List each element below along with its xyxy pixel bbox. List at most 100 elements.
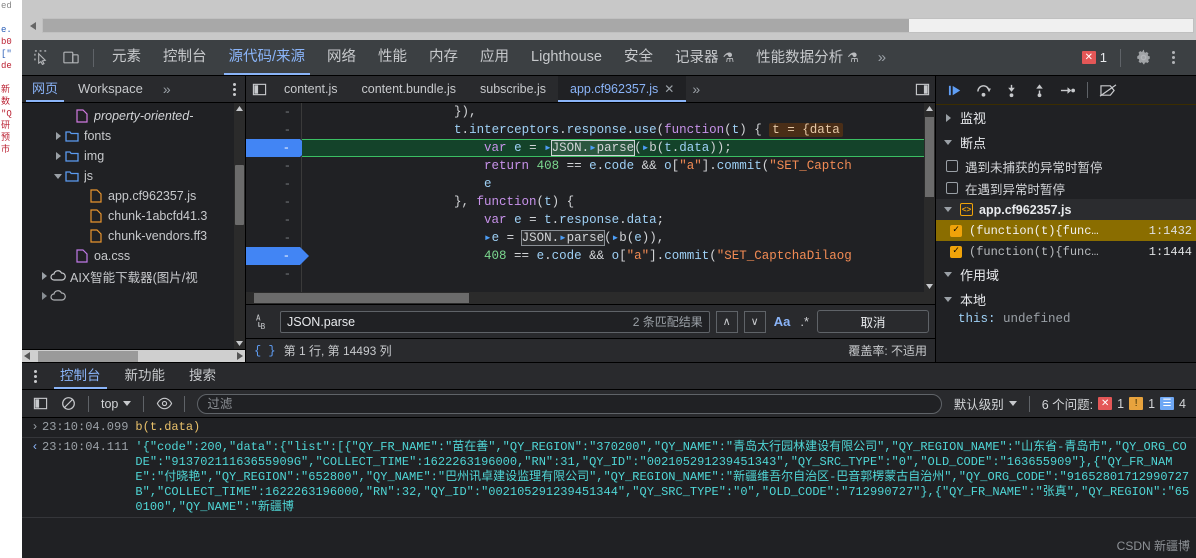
tab-memory[interactable]: 内存 [418, 40, 469, 75]
gutter-line[interactable]: - [246, 157, 301, 175]
scrollbar-thumb[interactable] [254, 293, 469, 303]
code-lines[interactable]: }), t.interceptors.response.use(function… [302, 103, 935, 292]
regex-toggle[interactable]: .* [798, 314, 811, 329]
tab-lighthouse[interactable]: Lighthouse [520, 40, 613, 75]
drawer-tab-whats-new[interactable]: 新功能 [113, 363, 178, 389]
tree-item-app-js[interactable]: app.cf962357.js [22, 186, 245, 206]
editor-tab-content-bundle-js[interactable]: content.bundle.js [350, 76, 469, 102]
scope-entry-this[interactable]: this: undefined [936, 312, 1196, 332]
tab-application[interactable]: 应用 [469, 40, 520, 75]
pretty-print-icon[interactable]: { } [254, 344, 276, 358]
navigator-vertical-scrollbar[interactable] [234, 103, 245, 349]
local-scope-header[interactable]: 本地 [936, 287, 1196, 312]
gutter-line[interactable]: - [246, 265, 301, 283]
file-tree[interactable]: property-oriented- fonts img js app.cf96… [22, 103, 245, 349]
issues-summary[interactable]: 6 个问题: ✕ 1 ! 1 ☰ 4 [1038, 394, 1190, 413]
scrollbar-thumb[interactable] [925, 117, 934, 197]
scrollbar-track[interactable] [42, 18, 1194, 33]
nav-tab-overflow[interactable]: » [153, 76, 181, 102]
chevron-right-icon[interactable] [38, 270, 50, 282]
step-into-icon[interactable] [998, 77, 1024, 103]
editor-tab-overflow[interactable]: » [686, 81, 706, 97]
scroll-down-arrow[interactable] [235, 338, 244, 349]
breakpoint-marker[interactable]: - [246, 247, 309, 265]
chevron-right-icon[interactable] [52, 130, 64, 142]
scrollbar-thumb[interactable] [38, 351, 138, 362]
editor-horizontal-scrollbar[interactable] [246, 292, 935, 304]
error-count-badge[interactable]: ✕ 1 [1081, 50, 1107, 65]
pause-exceptions-checkbox[interactable] [946, 182, 958, 194]
scope-section-header[interactable]: 作用域 [936, 262, 1196, 287]
clear-console-icon[interactable] [56, 392, 80, 416]
breakpoint-marker[interactable]: - [246, 139, 309, 157]
tree-item-js[interactable]: js [22, 166, 245, 186]
scrollbar-thumb[interactable] [235, 165, 244, 225]
tree-item-fonts[interactable]: fonts [22, 126, 245, 146]
drawer-tab-console[interactable]: 控制台 [48, 363, 113, 389]
drawer-tab-search[interactable]: 搜索 [177, 363, 228, 389]
step-icon[interactable] [1054, 77, 1080, 103]
resume-script-icon[interactable] [942, 77, 968, 103]
tree-item-property-oriented[interactable]: property-oriented- [22, 106, 245, 126]
scroll-left-arrow[interactable] [25, 18, 40, 33]
line-gutter[interactable]: - - - - - - - - - - [246, 103, 309, 292]
nav-tab-workspace[interactable]: Workspace [68, 76, 153, 102]
breakpoint-item[interactable]: ✓ (function(t){func… 1:1444 [936, 241, 1196, 262]
gutter-line[interactable]: - [246, 175, 301, 193]
show-debugger-icon[interactable] [909, 76, 935, 102]
search-field[interactable]: 2 条匹配结果 [280, 310, 710, 333]
gutter-line-breakpoint[interactable]: - [246, 247, 309, 265]
close-icon[interactable]: ✕ [664, 76, 674, 102]
tab-performance[interactable]: 性能 [367, 40, 418, 75]
tab-security[interactable]: 安全 [613, 40, 664, 75]
pause-uncaught-exceptions-row[interactable]: 遇到未捕获的异常时暂停 [936, 155, 1196, 177]
editor-vertical-scrollbar[interactable] [924, 103, 935, 292]
match-case-toggle[interactable]: Aa [772, 314, 793, 329]
gutter-line[interactable]: - [246, 193, 301, 211]
gutter-line[interactable]: - [246, 229, 301, 247]
gutter-line[interactable]: - [246, 121, 301, 139]
console-sidebar-icon[interactable] [28, 392, 52, 416]
tree-item-oa-css[interactable]: oa.css [22, 246, 245, 266]
case-replace-icon[interactable]: A B [252, 313, 274, 330]
deactivate-breakpoints-icon[interactable] [1095, 77, 1121, 103]
scroll-up-arrow[interactable] [925, 103, 934, 114]
nav-tab-page[interactable]: 网页 [22, 76, 68, 102]
tab-recorder[interactable]: 记录器 ⚗ [664, 40, 745, 75]
chevron-right-icon[interactable] [52, 150, 64, 162]
editor-tab-subscribe-js[interactable]: subscribe.js [468, 76, 558, 102]
step-over-icon[interactable] [970, 77, 996, 103]
search-input[interactable] [287, 314, 625, 329]
code-editor[interactable]: - - - - - - - - - - }), t.interceptors.r… [246, 103, 935, 292]
more-vertical-icon[interactable] [1158, 43, 1188, 73]
drawer-more-icon[interactable] [22, 369, 48, 383]
tab-console[interactable]: 控制台 [152, 40, 218, 75]
console-messages[interactable]: › 23:10:04.099 b(t.data) ‹ 23:10:04.111 … [22, 418, 1196, 558]
tree-item-partial[interactable] [22, 286, 245, 306]
console-filter-box[interactable] [197, 393, 942, 414]
tree-item-aix-downloader[interactable]: AIX智能下载器(图片/视 [22, 266, 245, 286]
breakpoint-checkbox[interactable]: ✓ [950, 224, 962, 237]
gutter-line[interactable]: - [246, 211, 301, 229]
scrollbar-thumb[interactable] [43, 19, 909, 32]
breakpoint-item[interactable]: ✓ (function(t){func… 1:1432 [936, 220, 1196, 241]
gutter-line-breakpoint[interactable]: - [246, 139, 309, 157]
device-toolbar-icon[interactable] [56, 43, 86, 73]
live-expression-icon[interactable] [152, 392, 176, 416]
scroll-left-arrow[interactable] [24, 352, 30, 360]
tab-sources[interactable]: 源代码/来源 [218, 40, 317, 75]
show-navigator-icon[interactable] [246, 76, 272, 102]
execution-context-selector[interactable]: top [97, 397, 135, 411]
pause-uncaught-checkbox[interactable] [946, 160, 958, 172]
log-level-selector[interactable]: 默认级别 [950, 394, 1021, 413]
scroll-up-arrow[interactable] [235, 103, 244, 114]
tree-item-img[interactable]: img [22, 146, 245, 166]
tree-item-chunk-vendors[interactable]: chunk-vendors.ff3 [22, 226, 245, 246]
filter-input[interactable] [207, 396, 932, 411]
tree-item-chunk-1abcfd41[interactable]: chunk-1abcfd41.3 [22, 206, 245, 226]
page-horizontal-scrollbar[interactable] [22, 0, 1196, 40]
navigator-horizontal-scrollbar[interactable] [22, 349, 245, 362]
editor-tab-app-js[interactable]: app.cf962357.js ✕ [558, 76, 687, 102]
breakpoint-file-header[interactable]: <> app.cf962357.js [936, 199, 1196, 220]
search-prev-button[interactable]: ∧ [715, 310, 738, 333]
